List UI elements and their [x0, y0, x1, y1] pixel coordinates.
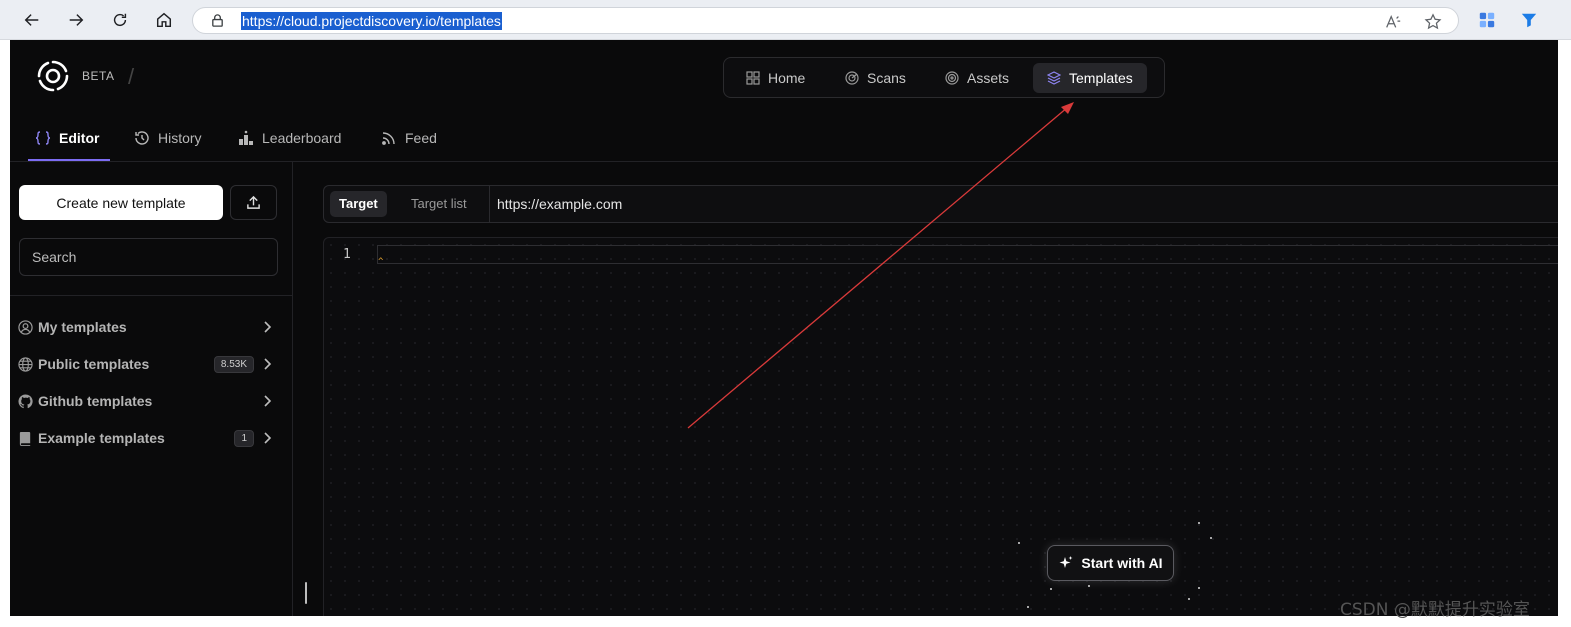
top-navigation: Home Scans Assets Templates [723, 57, 1165, 98]
filter-icon[interactable] [1518, 9, 1540, 31]
target-icon [945, 71, 959, 85]
count-badge: 8.53K [213, 355, 254, 373]
sidebar-item-my-templates[interactable]: My templates [18, 315, 274, 339]
count-badge: 1 [234, 429, 254, 447]
braces-icon [35, 131, 51, 145]
tab-history[interactable]: History [134, 126, 202, 150]
radar-icon [845, 71, 859, 85]
nav-home[interactable]: Home [732, 63, 819, 93]
sidebar-item-public-templates[interactable]: Public templates 8.53K [18, 352, 274, 376]
history-icon [135, 131, 149, 145]
tab-target-list[interactable]: Target list [402, 191, 476, 217]
sidebar-item-example-templates[interactable]: Example templates 1 [18, 426, 274, 450]
sidebar-divider [292, 162, 293, 616]
refresh-icon[interactable] [107, 8, 133, 32]
sparkle-dot [1198, 522, 1200, 524]
projectdiscovery-logo-icon[interactable] [35, 58, 71, 94]
sidebar-item-label: Public templates [38, 356, 150, 372]
nav-assets-label: Assets [967, 70, 1010, 86]
nav-templates-label: Templates [1069, 70, 1133, 86]
favorite-icon[interactable] [1423, 12, 1443, 32]
sparkle-dot [1198, 587, 1200, 589]
chevron-right-icon[interactable] [260, 320, 274, 334]
text-cursor: ^ [378, 257, 384, 267]
sparkle-dot [1188, 598, 1190, 600]
nav-assets[interactable]: Assets [931, 63, 1023, 93]
sidebar-separator [10, 295, 292, 296]
read-aloud-icon[interactable] [1383, 12, 1403, 32]
extensions-icon[interactable] [1476, 9, 1498, 31]
podium-icon [239, 130, 253, 145]
tab-history-label: History [158, 130, 202, 146]
home-icon[interactable] [151, 8, 177, 32]
user-circle-icon [18, 319, 33, 335]
breadcrumb-separator: / [128, 64, 135, 89]
sparkles-icon [1059, 556, 1073, 568]
create-template-button[interactable]: Create new template [19, 185, 223, 220]
tab-target[interactable]: Target [330, 191, 387, 217]
layers-icon [1047, 71, 1061, 85]
line-number: 1 [343, 247, 351, 262]
book-icon [19, 431, 31, 446]
address-bar[interactable]: https://cloud.projectdiscovery.io/templa… [192, 7, 1459, 34]
header-divider [10, 161, 1558, 162]
sidebar-item-label: Github templates [38, 393, 153, 409]
lock-icon[interactable] [210, 13, 225, 28]
browser-toolbar: https://cloud.projectdiscovery.io/templa… [0, 0, 1571, 40]
sparkle-dot [1050, 588, 1052, 590]
app-root: BETA / Home Scans Assets Templates Edito… [10, 40, 1558, 616]
tab-leaderboard-label: Leaderboard [262, 130, 342, 146]
start-with-ai-label: Start with AI [1081, 555, 1163, 571]
sidebar-item-label: Example templates [38, 430, 165, 446]
back-icon[interactable] [19, 8, 45, 32]
chevron-right-icon[interactable] [260, 431, 274, 445]
code-editor[interactable]: 1 ^ [323, 237, 1558, 616]
nav-scans[interactable]: Scans [831, 63, 920, 93]
search-input[interactable]: Search [19, 238, 278, 276]
nav-home-label: Home [768, 70, 806, 86]
target-url-input[interactable]: https://example.com [497, 196, 622, 212]
tab-feed-label: Feed [405, 130, 437, 146]
globe-icon [18, 356, 33, 372]
url-text[interactable]: https://cloud.projectdiscovery.io/templa… [241, 12, 502, 30]
tab-editor[interactable]: Editor [35, 126, 99, 150]
chevron-right-icon[interactable] [260, 394, 274, 408]
current-line-highlight[interactable] [377, 245, 1558, 264]
page-margin [0, 616, 1571, 627]
target-bar-divider [489, 186, 490, 222]
sidebar-item-label: My templates [38, 319, 127, 335]
sidebar-item-github-templates[interactable]: Github templates [18, 389, 274, 413]
tab-editor-label: Editor [59, 130, 100, 146]
chevron-right-icon[interactable] [260, 357, 274, 371]
resize-handle[interactable] [305, 582, 307, 604]
nav-scans-label: Scans [867, 70, 906, 86]
target-bar: Target Target list https://example.com [323, 185, 1558, 223]
sparkle-dot [1018, 542, 1020, 544]
tab-leaderboard[interactable]: Leaderboard [238, 126, 341, 150]
start-with-ai-button[interactable]: Start with AI [1047, 545, 1174, 581]
sparkle-dot [1027, 606, 1029, 608]
nav-templates[interactable]: Templates [1033, 63, 1147, 93]
forward-icon[interactable] [63, 8, 89, 32]
grid-icon [746, 71, 760, 85]
upload-icon [247, 195, 260, 209]
tab-feed[interactable]: Feed [381, 126, 437, 150]
upload-button[interactable] [230, 185, 277, 220]
page-margin [1558, 40, 1571, 627]
sparkle-dot [1088, 585, 1090, 587]
watermark: CSDN @默默提升实验室 [1340, 600, 1530, 620]
rss-icon [382, 132, 395, 145]
beta-label: BETA [82, 69, 115, 83]
sparkle-dot [1210, 537, 1212, 539]
github-icon [18, 393, 33, 408]
